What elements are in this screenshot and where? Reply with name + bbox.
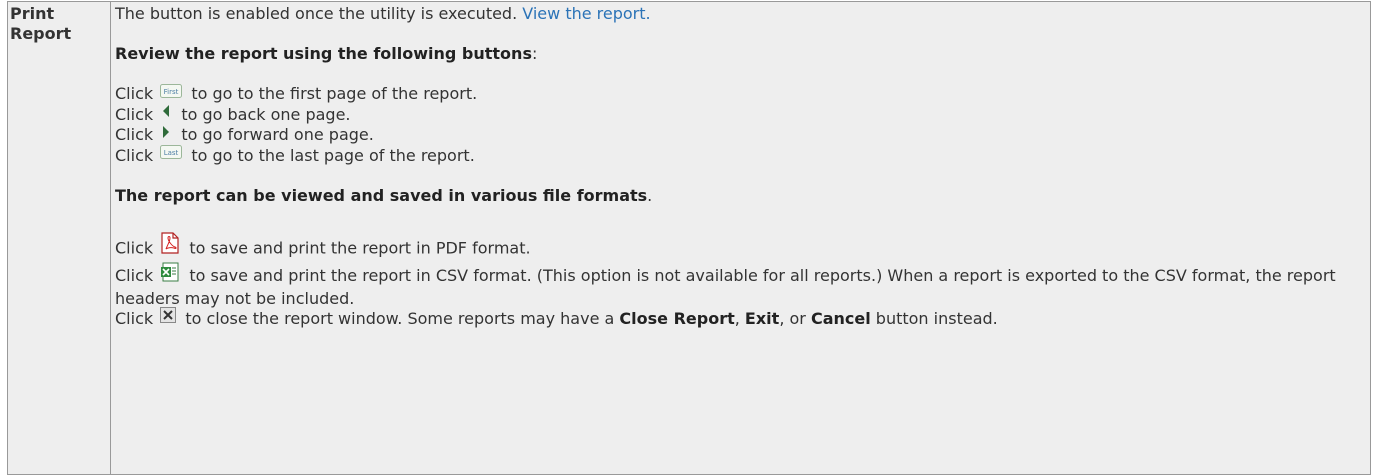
close-line: Click to close the report window. Some r… [115,307,998,328]
table-row: Print Report The button is enabled once … [7,1,1371,475]
csv-icon [160,262,180,287]
last-page-icon: Last [160,144,183,164]
next-page-icon [160,124,172,144]
intro-text: The button is enabled once the utility i… [115,4,518,23]
description-cell: The button is enabled once the utility i… [110,1,1371,475]
nav-line-first: Click First to go to the first page of t… [115,83,478,103]
pdf-icon [160,232,180,262]
term-cell: Print Report [7,1,111,475]
definition-table: Print Report The button is enabled once … [7,1,1371,475]
formats-heading-paragraph: The report can be viewed and saved in va… [115,186,653,205]
first-page-icon: First [160,83,183,103]
nav-line-previous: Click to go back one page. [115,103,351,124]
formats-heading: The report can be viewed and saved in va… [115,186,648,205]
intro-paragraph: The button is enabled once the utility i… [115,4,1366,24]
format-line-pdf: Click to save and print the report in PD… [115,232,1366,264]
svg-text:Last: Last [164,149,179,157]
close-icon [160,307,177,328]
nav-line-next: Click to go forward one page. [115,124,374,144]
nav-line-last: Click Last to go to the last page of the… [115,144,475,165]
review-heading: Review the report using the following bu… [115,44,532,63]
view-report-link[interactable]: View the report. [522,4,650,23]
review-heading-paragraph: Review the report using the following bu… [115,44,538,63]
format-line-csv: Click to save and print the report in CS… [115,262,1366,309]
previous-page-icon [160,103,172,123]
term-label: Print Report [10,4,72,43]
svg-text:First: First [164,88,179,96]
